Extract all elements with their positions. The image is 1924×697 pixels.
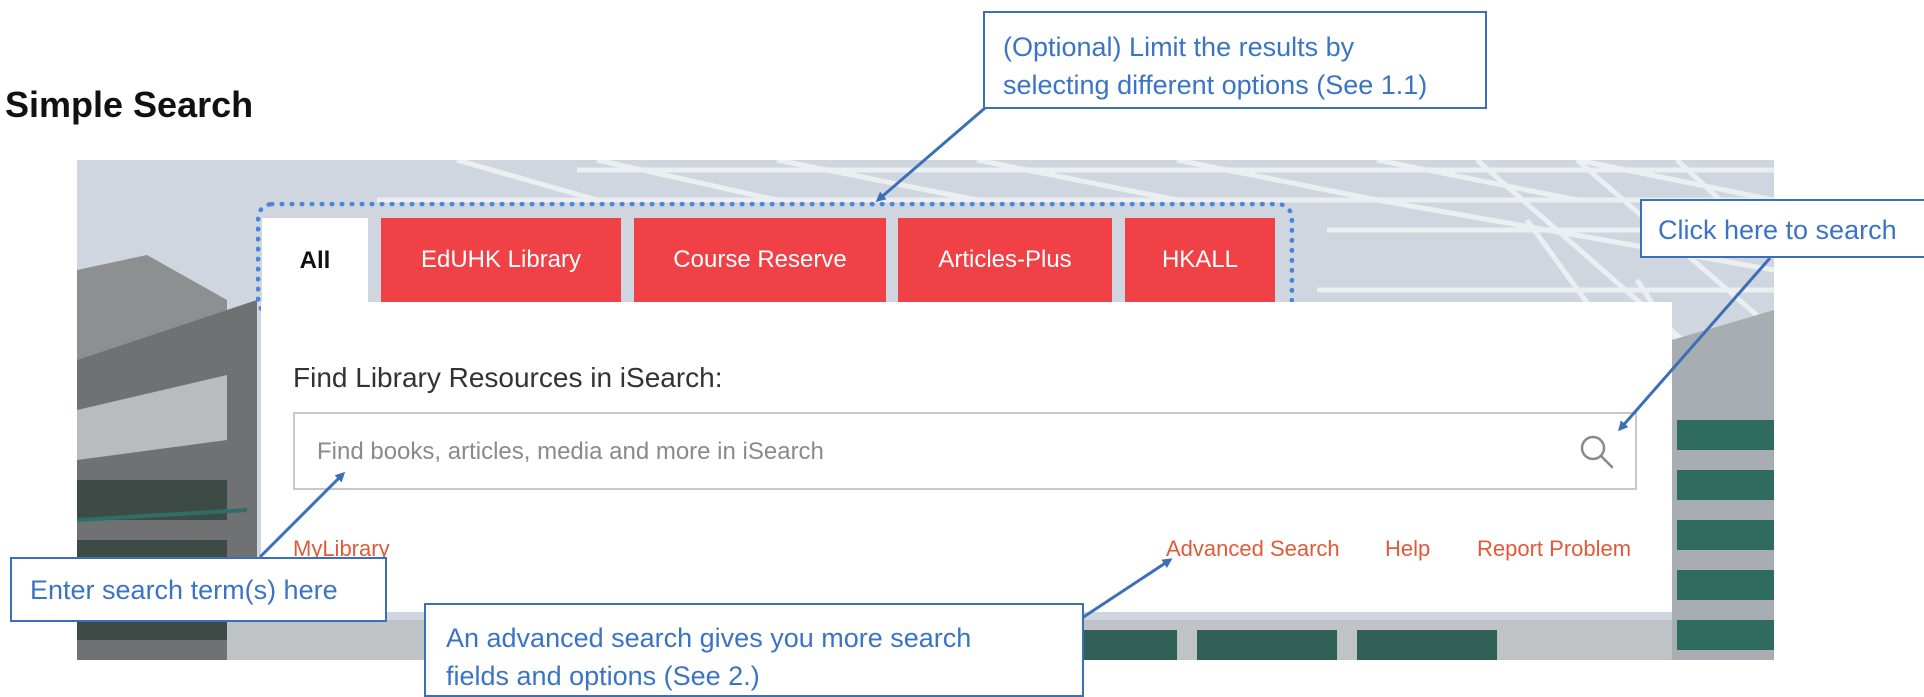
tab-all[interactable]: All	[262, 218, 368, 304]
callout-advanced-search: An advanced search gives you more search…	[424, 603, 1084, 697]
callout-limit-line-1: (Optional) Limit the results by	[1003, 32, 1355, 62]
callout-search-term: Enter search term(s) here	[10, 557, 387, 622]
advanced-search-link[interactable]: Advanced Search	[1166, 536, 1340, 562]
callout-advanced-line-1: An advanced search gives you more search	[446, 623, 972, 653]
callout-limit-line-2: selecting different options (See 1.1)	[1003, 70, 1428, 100]
tab-articles-plus[interactable]: Articles-Plus	[898, 218, 1112, 302]
search-label: Find Library Resources in iSearch:	[293, 362, 723, 393]
callout-search-term-text: Enter search term(s) here	[30, 575, 338, 605]
tab-hkall[interactable]: HKALL	[1125, 218, 1275, 302]
search-box	[293, 412, 1637, 490]
callout-limit-results: (Optional) Limit the results by selectin…	[983, 11, 1487, 109]
callout-click-search: Click here to search	[1640, 199, 1924, 258]
page-title: Simple Search	[5, 84, 254, 125]
search-panel: Find Library Resources in iSearch: MyLib…	[261, 302, 1672, 612]
search-icon[interactable]	[1579, 434, 1615, 470]
tab-eduhk-library[interactable]: EdUHK Library	[381, 218, 621, 302]
tab-course-reserve[interactable]: Course Reserve	[634, 218, 886, 302]
search-input[interactable]	[315, 414, 1549, 490]
callout-advanced-line-2: fields and options (See 2.)	[446, 661, 760, 691]
help-link[interactable]: Help	[1385, 536, 1430, 562]
report-problem-link[interactable]: Report Problem	[1477, 536, 1631, 562]
callout-click-search-text: Click here to search	[1658, 215, 1897, 245]
